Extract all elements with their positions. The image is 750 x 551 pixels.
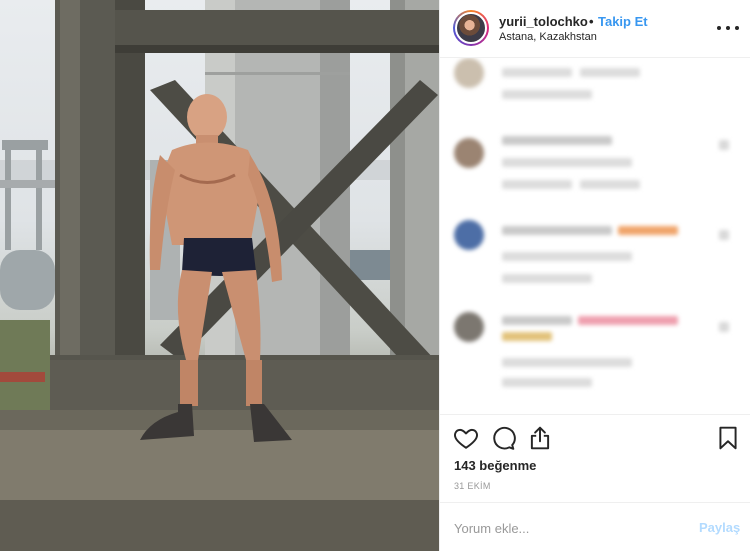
post-side-panel: yurii_tolochko • Takip Et Astana, Kazakh…	[439, 0, 750, 551]
post-actions: 143 beğenme 31 EKİM	[440, 414, 750, 502]
share-icon[interactable]	[527, 425, 553, 451]
comment-item	[440, 208, 750, 288]
comments-list[interactable]	[440, 58, 750, 414]
post-comment-button[interactable]: Paylaş	[699, 520, 740, 535]
photo-scene	[0, 0, 439, 551]
comment-input[interactable]	[454, 517, 684, 539]
separator-dot: •	[589, 14, 594, 29]
user-avatar[interactable]	[453, 10, 489, 46]
username-link[interactable]: yurii_tolochko	[499, 14, 588, 29]
post-date[interactable]: 31 EKİM	[454, 481, 491, 491]
heart-icon[interactable]	[453, 425, 479, 451]
location-link[interactable]: Astana, Kazakhstan	[499, 31, 597, 43]
bookmark-icon[interactable]	[715, 425, 741, 451]
add-comment-section: Paylaş	[440, 502, 750, 551]
comment-icon[interactable]	[490, 425, 516, 451]
post-photo[interactable]	[0, 0, 439, 551]
comment-item	[440, 118, 750, 198]
comment-item	[440, 302, 750, 387]
post-header: yurii_tolochko • Takip Et Astana, Kazakh…	[440, 0, 750, 58]
follow-button[interactable]: Takip Et	[598, 14, 648, 29]
likes-count[interactable]: 143 beğenme	[454, 458, 536, 473]
more-options-icon[interactable]	[717, 18, 739, 38]
